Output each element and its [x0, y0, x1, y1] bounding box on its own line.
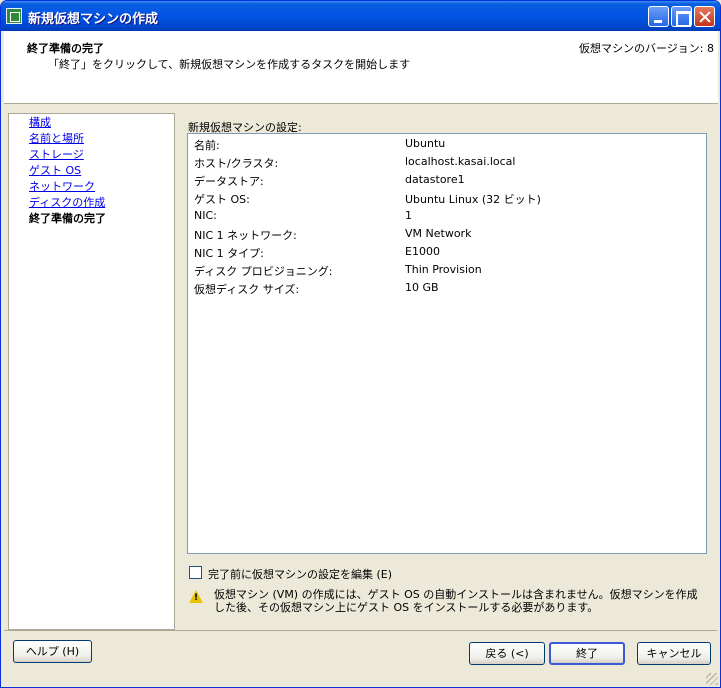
title-bar[interactable]: 新規仮想マシンの作成 — [1, 1, 720, 31]
vm-version-label: 仮想マシンのバージョン: 8 — [579, 42, 714, 55]
nav-step-guest-os[interactable]: ゲスト OS — [29, 162, 81, 178]
maximize-button[interactable] — [671, 6, 692, 27]
setting-key: ホスト/クラスタ: — [194, 157, 279, 170]
settings-row: 名前: Ubuntu — [194, 137, 694, 155]
setting-value: 10 GB — [405, 281, 439, 294]
settings-row: ゲスト OS: Ubuntu Linux (32 ビット) — [194, 191, 694, 209]
setting-value: E1000 — [405, 245, 440, 258]
settings-row: データストア: datastore1 — [194, 173, 694, 191]
resize-grip[interactable] — [706, 673, 718, 685]
page-subtitle: 「終了」をクリックして、新規仮想マシンを作成するタスクを開始します — [48, 58, 411, 71]
settings-row: ホスト/クラスタ: localhost.kasai.local — [194, 155, 694, 173]
settings-summary-box: 名前: Ubuntu ホスト/クラスタ: localhost.kasai.loc… — [187, 133, 707, 554]
cancel-button[interactable]: キャンセル — [637, 642, 711, 665]
setting-value: datastore1 — [405, 173, 465, 186]
wizard-header: 終了準備の完了 「終了」をクリックして、新規仮想マシンを作成するタスクを開始しま… — [4, 31, 718, 104]
window-title: 新規仮想マシンの作成 — [28, 12, 159, 27]
wizard-steps-nav: 構成 名前と場所 ストレージ ゲスト OS ネットワーク ディスクの作成 終了準… — [8, 113, 175, 630]
nav-step-configuration[interactable]: 構成 — [29, 114, 51, 130]
setting-key: ゲスト OS: — [194, 193, 250, 206]
setting-value: VM Network — [405, 227, 472, 240]
footer-divider — [4, 630, 717, 631]
setting-key: 仮想ディスク サイズ: — [194, 283, 300, 296]
edit-settings-checkbox[interactable] — [189, 566, 202, 579]
nav-step-name-location[interactable]: 名前と場所 — [29, 130, 84, 146]
setting-key: NIC 1 タイプ: — [194, 247, 264, 260]
setting-value: Ubuntu — [405, 137, 446, 150]
nav-step-ready-to-complete: 終了準備の完了 — [29, 212, 106, 225]
warning-icon-mark: ! — [194, 593, 199, 603]
setting-key: NIC: — [194, 209, 217, 222]
setting-value: Thin Provision — [405, 263, 482, 276]
setting-key: 名前: — [194, 139, 220, 152]
minimize-button[interactable] — [648, 6, 669, 27]
setting-key: NIC 1 ネットワーク: — [194, 229, 297, 242]
settings-row: 仮想ディスク サイズ: 10 GB — [194, 281, 694, 299]
setting-value: 1 — [405, 209, 412, 222]
nav-step-create-disk[interactable]: ディスクの作成 — [29, 194, 105, 210]
back-button[interactable]: 戻る (<) — [469, 642, 545, 665]
nav-step-network[interactable]: ネットワーク — [29, 178, 95, 194]
settings-row: NIC 1 タイプ: E1000 — [194, 245, 694, 263]
page-title: 終了準備の完了 — [27, 42, 104, 55]
main-panel: 新規仮想マシンの設定: 名前: Ubuntu ホスト/クラスタ: localho… — [176, 113, 715, 630]
settings-row: NIC: 1 — [194, 209, 694, 227]
settings-row: NIC 1 ネットワーク: VM Network — [194, 227, 694, 245]
setting-key: データストア: — [194, 175, 264, 188]
finish-button[interactable]: 終了 — [549, 642, 625, 665]
setting-value: localhost.kasai.local — [405, 155, 516, 168]
edit-settings-checkbox-label[interactable]: 完了前に仮想マシンの設定を編集 (E) — [208, 566, 392, 582]
warning-message: 仮想マシン (VM) の作成には、ゲスト OS の自動インストールは含まれません… — [214, 588, 698, 614]
nav-step-storage[interactable]: ストレージ — [29, 146, 84, 162]
vm-app-icon — [6, 8, 22, 24]
new-vm-wizard-window: 新規仮想マシンの作成 終了準備の完了 「終了」をクリックして、新規仮想マシンを作… — [0, 0, 721, 688]
close-button[interactable] — [694, 6, 715, 27]
setting-value: Ubuntu Linux (32 ビット) — [405, 193, 541, 206]
setting-key: ディスク プロビジョニング: — [194, 265, 333, 278]
help-button[interactable]: ヘルプ (H) — [13, 640, 92, 663]
settings-row: ディスク プロビジョニング: Thin Provision — [194, 263, 694, 281]
